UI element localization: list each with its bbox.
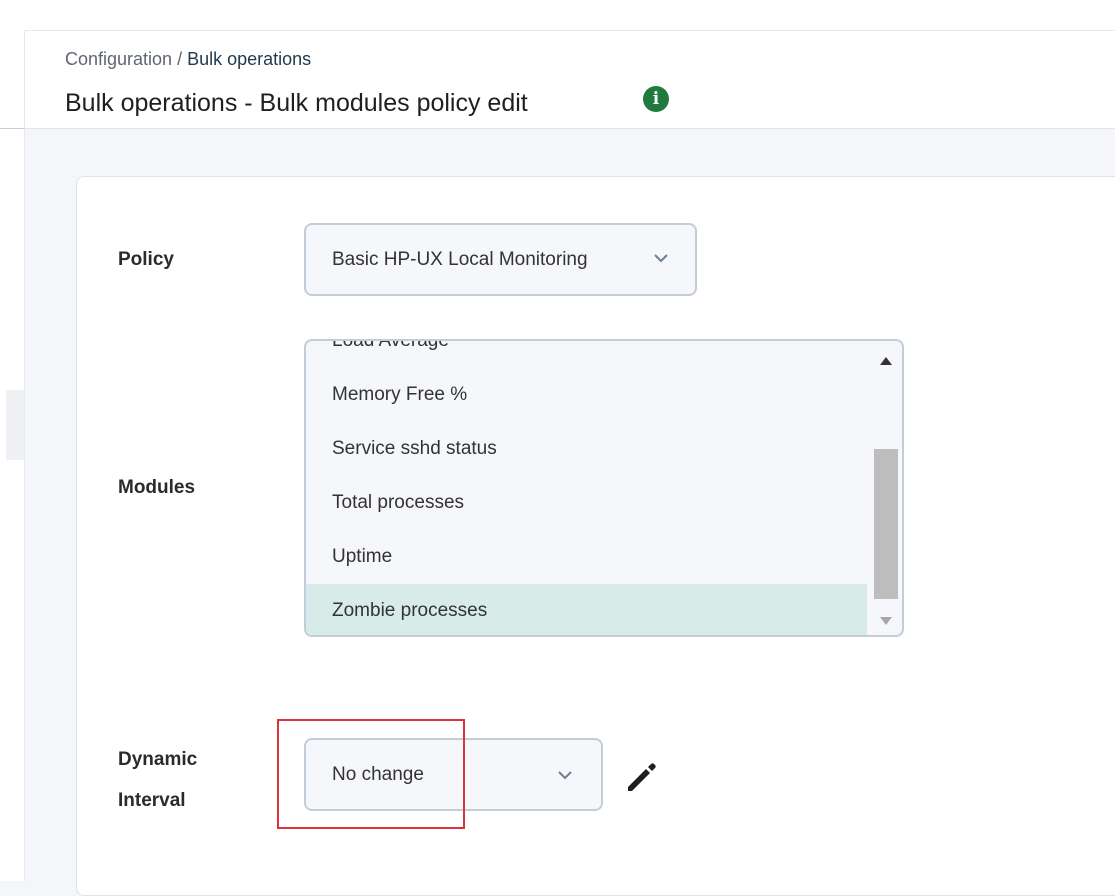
scroll-thumb[interactable] (874, 449, 898, 599)
chevron-down-icon (654, 254, 668, 263)
policy-label: Policy (118, 249, 174, 270)
scroll-up-arrow-icon[interactable] (880, 357, 892, 365)
list-item-selected[interactable]: Zombie processes (306, 584, 867, 635)
list-item[interactable]: Uptime (306, 530, 867, 584)
pencil-icon[interactable] (624, 759, 660, 795)
sidebar-divider (0, 128, 24, 129)
chevron-down-icon (558, 771, 572, 780)
dynamic-interval-label: Dynamic Interval (118, 749, 198, 811)
modules-listbox[interactable]: Load Average Memory Free % Service sshd … (304, 339, 904, 637)
breadcrumb-separator: / (172, 49, 188, 69)
scroll-down-arrow-icon[interactable] (880, 617, 892, 625)
page-title: Bulk operations - Bulk modules policy ed… (65, 89, 528, 117)
page-header: Configuration / Bulk operations Bulk ope… (25, 30, 1115, 129)
list-item[interactable]: Load Average (306, 341, 867, 368)
breadcrumb-current[interactable]: Bulk operations (187, 49, 311, 69)
sidebar-edge (0, 30, 25, 881)
top-strip (0, 0, 1115, 30)
breadcrumb-parent-link[interactable]: Configuration (65, 49, 172, 69)
policy-select-value: Basic HP-UX Local Monitoring (332, 249, 588, 270)
list-scrollbar[interactable] (872, 347, 900, 631)
sidebar-item-stub[interactable] (6, 390, 24, 460)
dynamic-interval-value: No change (332, 764, 424, 785)
info-icon[interactable]: i (643, 86, 669, 112)
modules-label: Modules (118, 477, 196, 498)
list-item[interactable]: Memory Free % (306, 368, 867, 422)
breadcrumb: Configuration / Bulk operations (65, 49, 311, 70)
list-item[interactable]: Service sshd status (306, 422, 867, 476)
list-item[interactable]: Total processes (306, 476, 867, 530)
dynamic-interval-select[interactable]: No change (304, 738, 603, 811)
form-card: Policy Basic HP-UX Local Monitoring Modu… (76, 176, 1115, 896)
policy-select[interactable]: Basic HP-UX Local Monitoring (304, 223, 697, 296)
